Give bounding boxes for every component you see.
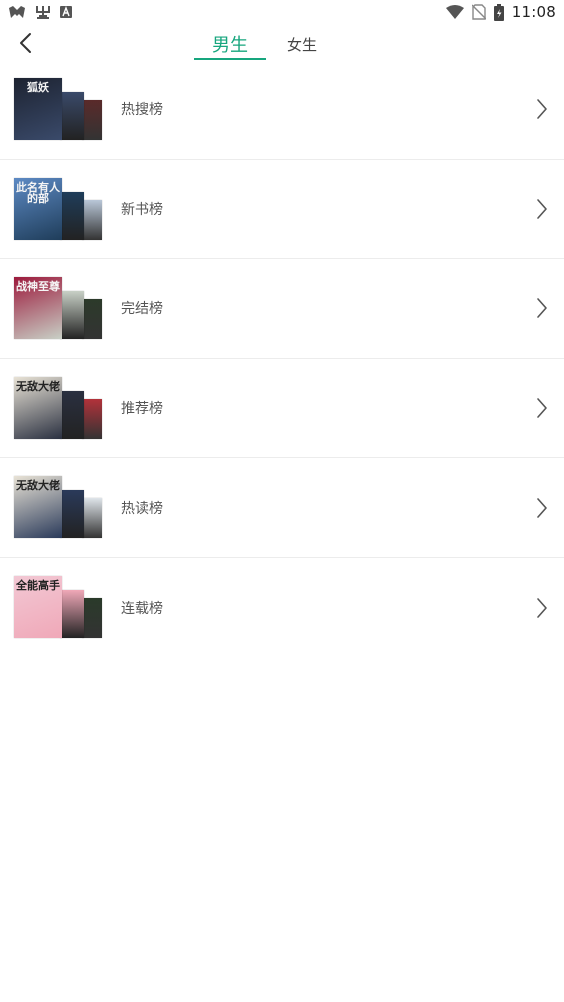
- book-cover-front: 全能高手: [14, 575, 62, 638]
- ranking-row-hot-search[interactable]: 狐妖 热搜榜: [0, 60, 564, 160]
- book-covers: 无敌大佬: [14, 376, 104, 441]
- book-cover-back: [82, 597, 102, 638]
- book-covers: 无敌大佬: [14, 476, 104, 540]
- book-cover-middle: [60, 390, 84, 439]
- book-cover-back: [82, 299, 102, 340]
- font-a-icon: [60, 6, 72, 18]
- book-cover-title: 此名有人的部: [16, 180, 60, 206]
- book-cover-middle: [60, 490, 84, 539]
- tab-male-label: 男生: [212, 35, 248, 56]
- chevron-right-icon: [537, 298, 547, 319]
- book-cover-middle: [60, 92, 84, 140]
- book-cover-front: 无敌大佬: [14, 376, 62, 439]
- book-cover-back: [82, 100, 102, 140]
- book-cover-title: 战神至尊: [16, 280, 60, 294]
- book-cover-title: 狐妖: [27, 81, 49, 94]
- book-covers: 狐妖: [14, 78, 104, 142]
- book-cover-middle: [60, 589, 84, 638]
- book-cover-title: 无敌大佬: [16, 479, 60, 493]
- book-cover-back: [82, 199, 102, 240]
- chevron-right-icon: [537, 99, 547, 120]
- chevron-right-icon: [537, 199, 547, 219]
- status-time: 11:08: [511, 3, 556, 21]
- tab-female[interactable]: 女生: [266, 24, 338, 64]
- status-right-icons: 11:08: [445, 3, 556, 21]
- chevron-right-icon: [537, 597, 547, 618]
- ranking-label: 热读榜: [121, 500, 163, 517]
- book-cover-front: 无敌大佬: [14, 476, 62, 539]
- ranking-label: 推荐榜: [121, 401, 163, 418]
- header: 男生 女生: [0, 24, 564, 64]
- status-left-icons: [8, 4, 72, 20]
- book-cover-back: [82, 398, 102, 439]
- ranking-label: 连载榜: [121, 600, 163, 617]
- book-cover-front: 此名有人的部: [14, 177, 62, 240]
- game-controller-icon: [8, 5, 26, 19]
- book-cover-front: 战神至尊: [14, 277, 62, 340]
- ranking-label: 热搜榜: [121, 102, 163, 119]
- gender-tabs: 男生 女生: [0, 24, 564, 64]
- book-covers: 全能高手: [14, 575, 104, 640]
- book-cover-title: 全能高手: [16, 578, 60, 592]
- book-cover-back: [82, 498, 102, 539]
- ranking-row-serializing[interactable]: 全能高手 连载榜: [0, 558, 564, 658]
- ranking-row-recommended[interactable]: 无敌大佬 推荐榜: [0, 359, 564, 459]
- book-covers: 战神至尊: [14, 277, 104, 341]
- book-cover-middle: [60, 191, 84, 240]
- book-cover-front: 狐妖: [14, 78, 62, 140]
- battery-icon: [493, 3, 504, 21]
- tab-male[interactable]: 男生: [194, 24, 266, 64]
- ranking-list: 狐妖 热搜榜 此名有人的部 新书榜 战神至尊 完结榜 无敌大佬 推荐榜 无敌大佬…: [0, 60, 564, 658]
- ranking-row-new-books[interactable]: 此名有人的部 新书榜: [0, 160, 564, 260]
- ranking-row-hot-read[interactable]: 无敌大佬 热读榜: [0, 458, 564, 558]
- bug-icon: [34, 4, 52, 20]
- status-bar: 11:08: [0, 0, 564, 24]
- chevron-right-icon: [537, 398, 547, 418]
- book-covers: 此名有人的部: [14, 177, 104, 242]
- wifi-icon: [445, 5, 464, 19]
- ranking-row-completed[interactable]: 战神至尊 完结榜: [0, 259, 564, 359]
- chevron-right-icon: [537, 497, 547, 518]
- ranking-label: 完结榜: [121, 301, 163, 318]
- no-sim-icon: [471, 4, 486, 20]
- book-cover-title: 无敌大佬: [16, 379, 60, 393]
- tab-female-label: 女生: [286, 35, 317, 54]
- ranking-label: 新书榜: [121, 201, 163, 218]
- book-cover-middle: [60, 291, 84, 340]
